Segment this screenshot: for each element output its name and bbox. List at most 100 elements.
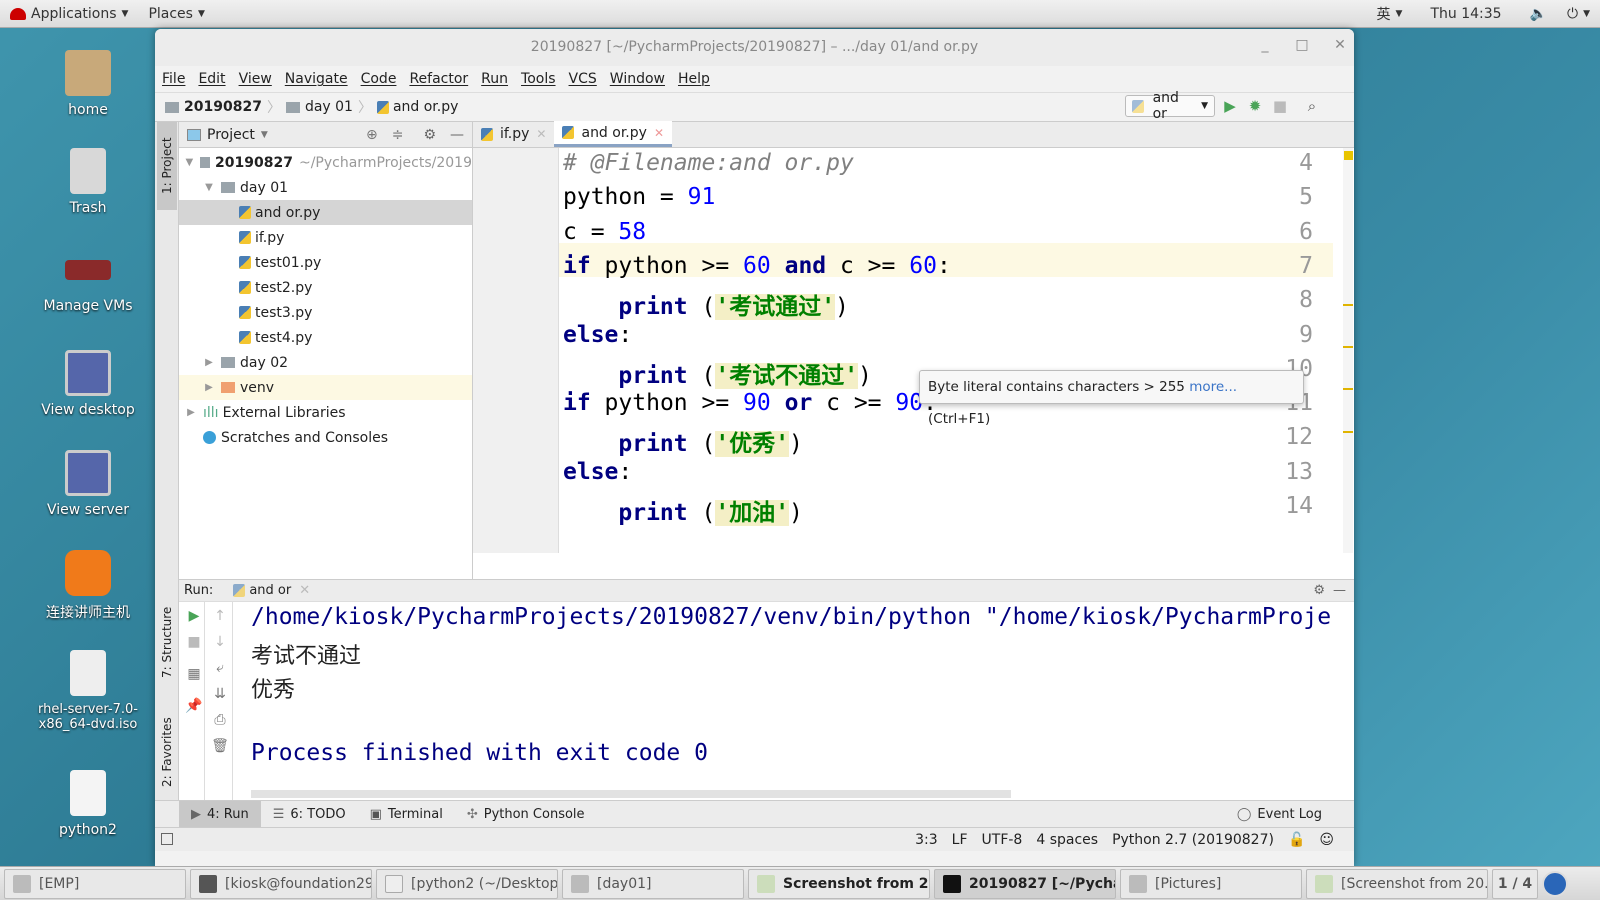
menu-edit[interactable]: Edit <box>198 71 225 87</box>
tree-file[interactable]: test01.py <box>179 250 472 275</box>
collapse-all-icon[interactable]: ≑ <box>392 127 404 143</box>
close-tab-icon[interactable]: ✕ <box>654 126 664 140</box>
favorites-tool-tab[interactable]: 2: Favorites <box>157 702 177 802</box>
tree-root[interactable]: ▼ 20190827 ~/PycharmProjects/2019 <box>179 150 472 175</box>
caret-position[interactable]: 3:3 <box>915 832 938 848</box>
warning-mark[interactable] <box>1343 346 1353 348</box>
terminal-tool-tab[interactable]: ▣ Terminal <box>358 801 455 828</box>
minimize-button[interactable]: _ <box>1255 37 1275 53</box>
menu-navigate[interactable]: Navigate <box>285 71 348 87</box>
scroll-to-end-icon[interactable]: ⇊ <box>209 686 231 708</box>
tree-folder-day02[interactable]: ▶ day 02 <box>179 350 472 375</box>
project-tool-tab[interactable]: 1: Project <box>157 122 177 210</box>
toggle-tool-windows-icon[interactable] <box>161 833 173 845</box>
taskbar-item[interactable]: [Pictures] <box>1120 868 1302 899</box>
stop-button[interactable]: ■ <box>1269 95 1291 117</box>
inspector-icon[interactable]: ☺ <box>1319 832 1334 848</box>
code-line[interactable]: if python >= 90 or c >= 90: <box>563 390 937 416</box>
taskbar-item[interactable]: Screenshot from 201... <box>748 868 930 899</box>
more-link[interactable]: more... <box>1189 379 1237 395</box>
python-console-tool-tab[interactable]: ✣ Python Console <box>455 801 597 828</box>
rerun-button[interactable]: ▶ <box>183 608 205 630</box>
desktop-icon-manage-vms[interactable]: Manage VMs <box>33 260 143 314</box>
code-line[interactable]: print ('考试不通过') <box>563 356 872 390</box>
tree-scratches[interactable]: Scratches and Consoles <box>179 425 472 450</box>
code-editor[interactable]: if.py ✕ and or.py ✕ 4 # @Filename:and or.py… <box>473 121 1354 608</box>
tree-file-selected[interactable]: and or.py <box>179 200 472 225</box>
line-separator[interactable]: LF <box>952 832 968 848</box>
menu-code[interactable]: Code <box>361 71 397 87</box>
tab-if-py[interactable]: if.py ✕ <box>473 121 554 147</box>
menu-help[interactable]: Help <box>678 71 710 87</box>
code-line[interactable]: python = 91 <box>563 184 715 210</box>
event-log-tool-tab[interactable]: ◯ Event Log <box>1225 801 1334 828</box>
trash-icon[interactable]: 🗑 <box>209 738 231 760</box>
run-button[interactable]: ▶ <box>1219 95 1241 117</box>
hide-icon[interactable]: — <box>450 127 464 143</box>
gear-icon[interactable]: ⚙ <box>1313 583 1325 598</box>
up-arrow-icon[interactable]: ↑ <box>209 608 231 630</box>
code-line[interactable]: c = 58 <box>563 219 646 245</box>
taskbar-item[interactable]: [kiosk@foundation29... <box>190 868 372 899</box>
interpreter[interactable]: Python 2.7 (20190827) <box>1112 832 1274 848</box>
clock[interactable]: Thu 14:35 <box>1412 6 1519 22</box>
taskbar-item[interactable]: [python2 (~/Desktop)... <box>376 868 558 899</box>
project-view-select[interactable]: Project <box>207 127 255 143</box>
desktop-icon-python2[interactable]: python2 <box>33 770 143 838</box>
lock-icon[interactable]: 🔓 <box>1288 832 1305 848</box>
tree-folder-day01[interactable]: ▼ day 01 <box>179 175 472 200</box>
workspace-switcher[interactable]: 1 / 4 <box>1492 868 1538 899</box>
warning-mark[interactable] <box>1343 388 1353 390</box>
volume-icon[interactable]: 🔈 <box>1520 6 1557 22</box>
applications-menu[interactable]: Applications ▼ <box>0 6 138 22</box>
code-area[interactable]: 4 # @Filename:and or.py 5 python = 91 6 c = 5… <box>473 148 1343 553</box>
code-line[interactable]: print ('加油') <box>563 493 803 527</box>
tab-and-or-py[interactable]: and or.py ✕ <box>554 121 672 147</box>
taskbar-item[interactable]: [Screenshot from 20... <box>1306 868 1488 899</box>
close-tab-icon[interactable]: ✕ <box>536 127 546 141</box>
taskbar-item[interactable]: [EMP] <box>4 868 186 899</box>
tree-file[interactable]: test3.py <box>179 300 472 325</box>
desktop-icon-connect-teacher[interactable]: 连接讲师主机 <box>33 550 143 622</box>
taskbar-item-active[interactable]: 20190827 [~/Pycha... <box>934 868 1116 899</box>
input-method-menu[interactable]: 英 ▼ <box>1367 4 1413 24</box>
menu-tools[interactable]: Tools <box>521 71 556 87</box>
desktop-icon-view-desktop[interactable]: View desktop <box>33 350 143 418</box>
layout-icon[interactable]: ▦ <box>183 666 205 688</box>
breadcrumb-file[interactable]: and or.py <box>393 99 458 115</box>
tree-file[interactable]: test2.py <box>179 275 472 300</box>
down-arrow-icon[interactable]: ↓ <box>209 634 231 656</box>
code-line[interactable]: # @Filename:and or.py <box>563 150 854 176</box>
menu-window[interactable]: Window <box>610 71 665 87</box>
warning-mark[interactable] <box>1343 431 1353 433</box>
code-line[interactable]: else: <box>563 322 632 348</box>
code-line[interactable]: if python >= 60 and c >= 60: <box>563 253 951 279</box>
menu-refactor[interactable]: Refactor <box>409 71 468 87</box>
code-line[interactable]: print ('优秀') <box>563 424 803 458</box>
desktop-icon-trash[interactable]: Trash <box>33 148 143 216</box>
menu-file[interactable]: File <box>162 71 185 87</box>
menu-view[interactable]: View <box>239 71 272 87</box>
pin-icon[interactable]: 📌 <box>183 698 205 720</box>
editor-scrollbar[interactable] <box>1343 148 1353 553</box>
locate-icon[interactable]: ⊕ <box>366 127 378 143</box>
menu-run[interactable]: Run <box>481 71 508 87</box>
run-tab[interactable]: and or <box>249 583 291 598</box>
gear-icon[interactable]: ⚙ <box>423 127 436 143</box>
hide-icon[interactable]: — <box>1333 583 1346 598</box>
tree-folder-venv[interactable]: ▶ venv <box>179 375 472 400</box>
notification-icon[interactable] <box>1542 870 1568 897</box>
code-line[interactable]: else: <box>563 459 632 485</box>
desktop-icon-home[interactable]: home <box>33 50 143 118</box>
warning-mark[interactable] <box>1343 304 1353 306</box>
run-config-select[interactable]: and or ▼ <box>1125 90 1215 122</box>
desktop-icon-view-server[interactable]: View server <box>33 450 143 518</box>
indent-setting[interactable]: 4 spaces <box>1036 832 1098 848</box>
taskbar-item[interactable]: [day01] <box>562 868 744 899</box>
structure-tool-tab[interactable]: 7: Structure <box>157 592 177 692</box>
file-encoding[interactable]: UTF-8 <box>982 832 1023 848</box>
places-menu[interactable]: Places ▼ <box>138 6 214 22</box>
power-menu[interactable]: ⏻ ▼ <box>1557 6 1600 22</box>
menu-vcs[interactable]: VCS <box>569 71 597 87</box>
soft-wrap-icon[interactable]: ⤶ <box>209 660 231 682</box>
